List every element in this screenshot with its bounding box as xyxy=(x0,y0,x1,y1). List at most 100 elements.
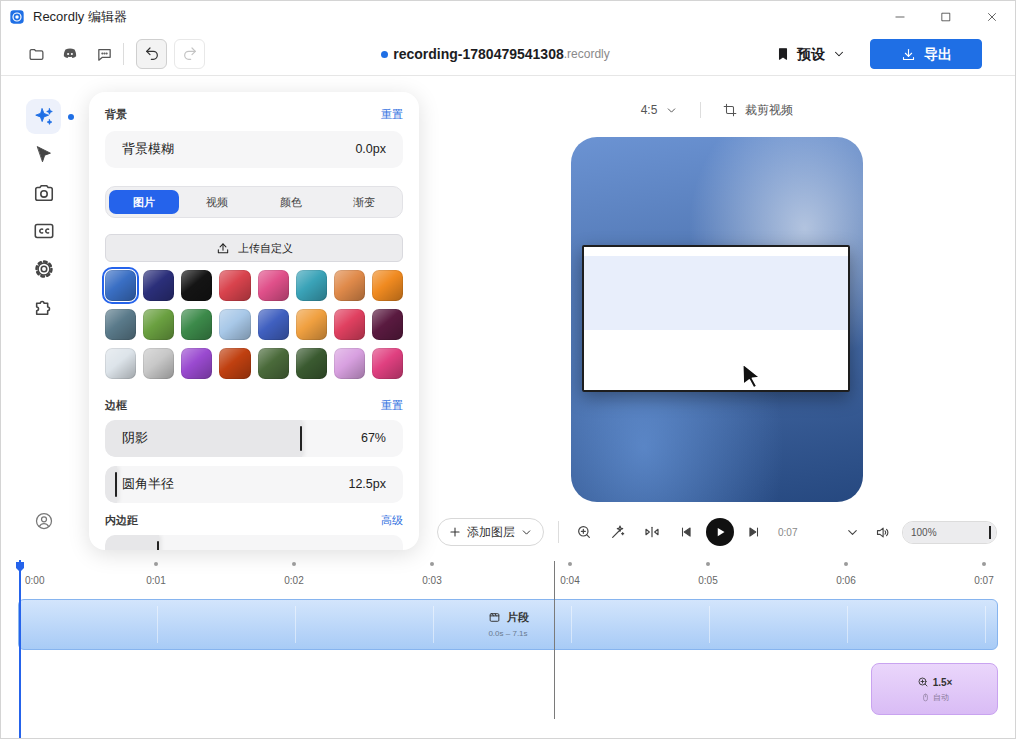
open-button[interactable] xyxy=(19,39,53,69)
preset-button[interactable]: 预设 xyxy=(770,44,852,65)
crop-button[interactable]: 裁剪视频 xyxy=(723,101,793,119)
undo-button[interactable] xyxy=(136,39,167,69)
wallpaper-thumb[interactable] xyxy=(219,270,250,301)
timeline[interactable]: 0:000:010:020:030:040:050:060:07片段0.0s –… xyxy=(1,557,1015,738)
hover-line xyxy=(554,561,555,719)
wallpaper-swatch xyxy=(105,270,136,301)
close-button[interactable] xyxy=(969,1,1015,33)
mute-button[interactable] xyxy=(868,518,896,546)
reset-link[interactable]: 重置 xyxy=(381,397,403,413)
camera-icon xyxy=(33,182,55,204)
slider-thumb[interactable] xyxy=(115,472,117,497)
wallpaper-thumb[interactable] xyxy=(105,309,136,340)
background-tab[interactable]: 颜色 xyxy=(256,190,326,214)
next-button[interactable] xyxy=(740,518,768,546)
wallpaper-thumb[interactable] xyxy=(296,309,327,340)
file-extension: .recordly xyxy=(564,45,610,63)
wallpaper-thumb[interactable] xyxy=(372,270,403,301)
trim-button[interactable] xyxy=(638,518,666,546)
background-tabs: 图片 视频 颜色渐变 xyxy=(105,186,403,218)
wallpaper-thumb[interactable] xyxy=(334,348,365,379)
captions-icon xyxy=(33,220,55,242)
wallpaper-thumb[interactable] xyxy=(219,348,250,379)
slider-thumb[interactable] xyxy=(300,426,302,451)
wallpaper-swatch xyxy=(372,309,403,340)
current-time: 0:07 xyxy=(778,525,797,540)
wallpaper-thumb[interactable] xyxy=(258,270,289,301)
wallpaper-thumb[interactable] xyxy=(372,309,403,340)
tick-label: 0:07 xyxy=(974,573,993,588)
redo-button[interactable] xyxy=(174,39,205,69)
wallpaper-swatch xyxy=(334,348,365,379)
more-button[interactable] xyxy=(838,518,866,546)
mouse-icon xyxy=(921,693,930,702)
playhead[interactable] xyxy=(19,560,21,738)
reset-link[interactable]: 重置 xyxy=(381,106,403,122)
feedback-button[interactable] xyxy=(87,39,121,69)
maximize-button[interactable] xyxy=(923,1,969,33)
blur-value: 0.0px xyxy=(355,140,386,159)
zoom-button[interactable] xyxy=(570,518,598,546)
wallpaper-thumb[interactable] xyxy=(181,270,212,301)
slider-label: 阴影 xyxy=(122,429,148,448)
unsaved-dot xyxy=(381,51,388,58)
rail-item[interactable] xyxy=(26,175,61,210)
blur-label: 背景模糊 xyxy=(122,140,174,159)
slider-row[interactable]: 阴影67% xyxy=(105,420,403,457)
clip-track[interactable]: 片段0.0s – 7.1s xyxy=(18,599,998,650)
playhead-marker-icon[interactable] xyxy=(14,560,26,572)
wallpaper-swatch xyxy=(372,348,403,379)
wallpaper-thumb[interactable] xyxy=(105,270,136,301)
account-button[interactable] xyxy=(26,503,61,538)
background-tab[interactable]: 视频 xyxy=(183,190,253,214)
wallpaper-swatch xyxy=(296,309,327,340)
discord-button[interactable] xyxy=(53,39,87,69)
background-tab[interactable]: 图片 xyxy=(109,190,179,214)
zoom-segment[interactable]: 1.5×自动 xyxy=(871,663,998,715)
wallpaper-swatch xyxy=(296,270,327,301)
wallpaper-thumb[interactable] xyxy=(219,309,250,340)
aspect-dropdown[interactable]: 4:5 xyxy=(641,101,679,119)
add-layer-button[interactable]: 添加图层 xyxy=(437,518,544,546)
wallpaper-thumb[interactable] xyxy=(258,309,289,340)
wallpaper-thumb[interactable] xyxy=(296,270,327,301)
rail-item[interactable] xyxy=(26,251,61,286)
wallpaper-swatch xyxy=(258,348,289,379)
tab-label: 视频 xyxy=(206,194,228,211)
rail-item[interactable] xyxy=(26,213,61,248)
slider-row[interactable]: 圆角半径12.5px xyxy=(105,466,403,503)
wallpaper-thumb[interactable] xyxy=(334,309,365,340)
advanced-link[interactable]: 高级 xyxy=(381,512,403,528)
wallpaper-thumb[interactable] xyxy=(105,348,136,379)
slider-row[interactable] xyxy=(105,535,403,550)
aspect-label: 4:5 xyxy=(641,101,658,119)
rail-item[interactable] xyxy=(26,137,61,172)
play-button[interactable] xyxy=(706,518,734,546)
tick-label: 0:00 xyxy=(25,573,44,588)
previous-button[interactable] xyxy=(672,518,700,546)
rail-item[interactable] xyxy=(26,289,61,324)
wallpaper-thumb[interactable] xyxy=(181,309,212,340)
wallpaper-thumb[interactable] xyxy=(372,348,403,379)
wallpaper-thumb[interactable] xyxy=(181,348,212,379)
upload-button[interactable]: 上传自定义 xyxy=(105,234,403,262)
wallpaper-thumb[interactable] xyxy=(143,270,174,301)
volume-slider[interactable]: 100% xyxy=(902,521,997,544)
wallpaper-thumb[interactable] xyxy=(258,348,289,379)
minimize-button[interactable] xyxy=(877,1,923,33)
blur-row[interactable]: 背景模糊 0.0px xyxy=(105,131,403,168)
wallpaper-thumb[interactable] xyxy=(143,348,174,379)
wallpaper-thumb[interactable] xyxy=(296,348,327,379)
slider-thumb[interactable] xyxy=(157,541,159,550)
editor-window: Recordly 编辑器recording-1780479541308.reco… xyxy=(0,0,1016,739)
clip-range: 0.0s – 7.1s xyxy=(488,628,527,640)
rail-item[interactable] xyxy=(26,99,61,134)
background-tab[interactable]: 渐变 xyxy=(330,190,400,214)
export-button[interactable]: 导出 xyxy=(870,39,982,69)
wallpaper-swatch xyxy=(258,270,289,301)
minimize-icon xyxy=(893,10,907,24)
magic-button[interactable] xyxy=(604,518,632,546)
maximize-icon xyxy=(939,10,953,24)
wallpaper-thumb[interactable] xyxy=(334,270,365,301)
wallpaper-thumb[interactable] xyxy=(143,309,174,340)
